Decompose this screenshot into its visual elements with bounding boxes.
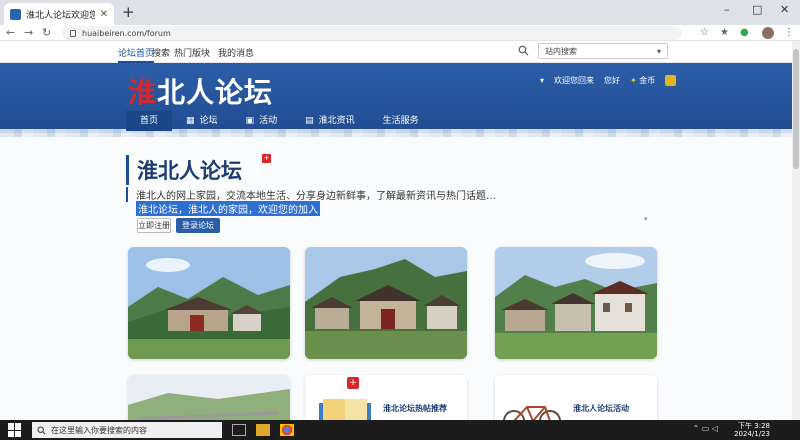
nav-item-home[interactable]: 首页 bbox=[126, 111, 173, 131]
scrollbar-thumb[interactable] bbox=[793, 49, 799, 169]
toplink-messages[interactable]: 我的消息 bbox=[218, 46, 254, 59]
browser-tab[interactable]: 淮北人论坛欢迎您访问 ✕ bbox=[4, 3, 114, 25]
nav-item-label: 论坛 bbox=[199, 116, 218, 126]
taskbar-search-input[interactable]: 在这里输入你要搜索的内容 bbox=[32, 422, 222, 438]
houses-photo bbox=[495, 247, 657, 359]
user-link[interactable]: 欢迎您回来 bbox=[554, 75, 594, 86]
bookmarks-icon[interactable]: ★ bbox=[720, 26, 729, 40]
search-icon[interactable] bbox=[518, 45, 529, 56]
plus-badge-icon: + bbox=[262, 154, 271, 163]
logo-rest: 北人论坛 bbox=[157, 76, 274, 109]
plus-badge-icon: + bbox=[347, 377, 359, 389]
photo-card[interactable] bbox=[495, 247, 657, 359]
content-card[interactable]: + 淮北论坛热帖推荐 bbox=[305, 375, 467, 420]
page-viewport: 论坛首页 搜索 热门版块 我的消息 站内搜索 ▾ 淮北人论坛 ▾ 欢迎您回来 您… bbox=[0, 41, 792, 420]
search-icon bbox=[37, 425, 46, 435]
bookmark-star-icon[interactable]: ☆ bbox=[700, 26, 709, 40]
taskbar-date: 2024/1/23 bbox=[734, 430, 770, 438]
toplink-search[interactable]: 搜索 bbox=[152, 46, 170, 59]
nav-item-news[interactable]: ▤ 淮北资讯 bbox=[291, 111, 369, 131]
caret-down-icon[interactable]: ▾ bbox=[644, 215, 648, 223]
toplink-hot[interactable]: 热门版块 bbox=[174, 46, 210, 59]
coins-link[interactable]: ✦ 金币 bbox=[630, 75, 655, 86]
aerial-photo bbox=[128, 375, 290, 420]
os-taskbar: 在这里输入你要搜索的内容 ⌃ ▭ ◁ 下午 3:28 2024/1/23 bbox=[0, 420, 800, 440]
task-view-icon[interactable] bbox=[232, 424, 246, 436]
nav-item-forum[interactable]: ▦ 论坛 bbox=[172, 111, 232, 131]
page-title: 淮北人论坛 bbox=[126, 155, 242, 185]
system-tray-icons[interactable]: ⌃ ▭ ◁ bbox=[693, 424, 719, 433]
welcome-text: 您好 bbox=[604, 76, 621, 85]
taskbar-time: 下午 3:28 bbox=[738, 422, 770, 430]
lock-icon bbox=[70, 29, 76, 37]
browser-tabstrip: 淮北人论坛欢迎您访问 ✕ + – □ ✕ bbox=[0, 0, 800, 25]
new-tab-button[interactable]: + bbox=[122, 3, 135, 21]
temple-photo bbox=[305, 247, 467, 359]
card-title: 淮北论坛热帖推荐 bbox=[383, 404, 447, 413]
site-top-links: 论坛首页 搜索 热门版块 我的消息 站内搜索 ▾ bbox=[0, 41, 792, 63]
tab-title: 淮北人论坛欢迎您访问 bbox=[26, 10, 95, 21]
content-card[interactable] bbox=[128, 375, 290, 420]
nav-item-label: 活动 bbox=[259, 116, 278, 126]
chevron-down-icon[interactable]: ▾ bbox=[657, 47, 661, 56]
chevron-down-icon[interactable]: ▾ bbox=[540, 76, 544, 85]
chrome-icon[interactable] bbox=[280, 424, 294, 436]
profile-avatar[interactable] bbox=[762, 27, 774, 39]
register-button[interactable]: 立即注册 bbox=[137, 218, 171, 233]
browser-menu-icon[interactable]: ⋮ bbox=[784, 26, 794, 40]
banner-user-area: ▾ 欢迎您回来 您好 ✦ 金币 bbox=[540, 75, 677, 86]
coins-badge bbox=[665, 75, 677, 86]
login-button[interactable]: 登录论坛 bbox=[176, 218, 220, 233]
nav-item-label: 淮北资讯 bbox=[318, 116, 355, 126]
nav-item-label: 首页 bbox=[140, 116, 159, 126]
site-search-input[interactable]: 站内搜索 ▾ bbox=[538, 43, 668, 59]
main-nav: 首页 ▦ 论坛 ▣ 活动 ▤ 淮北资讯 生活服务 bbox=[126, 111, 433, 131]
site-favicon-icon bbox=[10, 8, 21, 20]
browser-toolbar: ← → ↻ huaibeiren.com/forum ☆ ★ ● ⋮ bbox=[0, 25, 800, 41]
star-icon: ✦ bbox=[630, 76, 637, 85]
coins-label: 金币 bbox=[639, 76, 656, 85]
content-card[interactable]: 淮北人论坛活动 bbox=[495, 375, 657, 420]
news-icon: ▤ bbox=[305, 116, 314, 126]
photo-card[interactable] bbox=[305, 247, 467, 359]
back-icon[interactable]: ← bbox=[6, 25, 15, 41]
site-search-value: 站内搜索 bbox=[545, 46, 577, 56]
taskbar-clock[interactable]: 下午 3:28 2024/1/23 bbox=[734, 422, 770, 438]
address-url: huaibeiren.com/forum bbox=[82, 28, 171, 38]
nav-item-activity[interactable]: ▣ 活动 bbox=[232, 111, 292, 131]
hero-description: 淮北人的网上家园，交流本地生活、分享身边新鲜事，了解最新资讯与热门话题… bbox=[126, 187, 496, 202]
extension-icon[interactable]: ● bbox=[740, 26, 749, 40]
close-window-button[interactable]: ✕ bbox=[780, 3, 789, 16]
reload-icon[interactable]: ↻ bbox=[42, 25, 51, 41]
hero-highlight: 淮北论坛，淮北人的家园，欢迎您的加入 bbox=[136, 201, 320, 216]
nav-item-label: 生活服务 bbox=[382, 116, 419, 126]
photo-card[interactable] bbox=[128, 247, 290, 359]
address-bar[interactable]: huaibeiren.com/forum bbox=[62, 26, 682, 40]
book-icon bbox=[319, 399, 371, 420]
windows-start-icon[interactable] bbox=[8, 423, 22, 437]
maximize-button[interactable]: □ bbox=[752, 3, 762, 16]
logo-first-char: 淮 bbox=[128, 76, 158, 109]
forum-icon: ▦ bbox=[186, 116, 195, 126]
village-photo bbox=[128, 247, 290, 359]
page-scrollbar[interactable] bbox=[792, 41, 800, 420]
bicycle-icon bbox=[503, 406, 561, 420]
site-logo[interactable]: 淮北人论坛 bbox=[128, 71, 273, 111]
taskbar-search-placeholder: 在这里输入你要搜索的内容 bbox=[51, 425, 147, 435]
forward-icon[interactable]: → bbox=[24, 25, 33, 41]
card-title: 淮北人论坛活动 bbox=[573, 404, 629, 413]
toplink-home[interactable]: 论坛首页 bbox=[118, 46, 155, 63]
minimize-button[interactable]: – bbox=[724, 3, 730, 16]
nav-item-life[interactable]: 生活服务 bbox=[369, 111, 433, 131]
close-tab-icon[interactable]: ✕ bbox=[100, 9, 108, 20]
activity-icon: ▣ bbox=[245, 116, 255, 126]
file-explorer-icon[interactable] bbox=[256, 424, 270, 436]
